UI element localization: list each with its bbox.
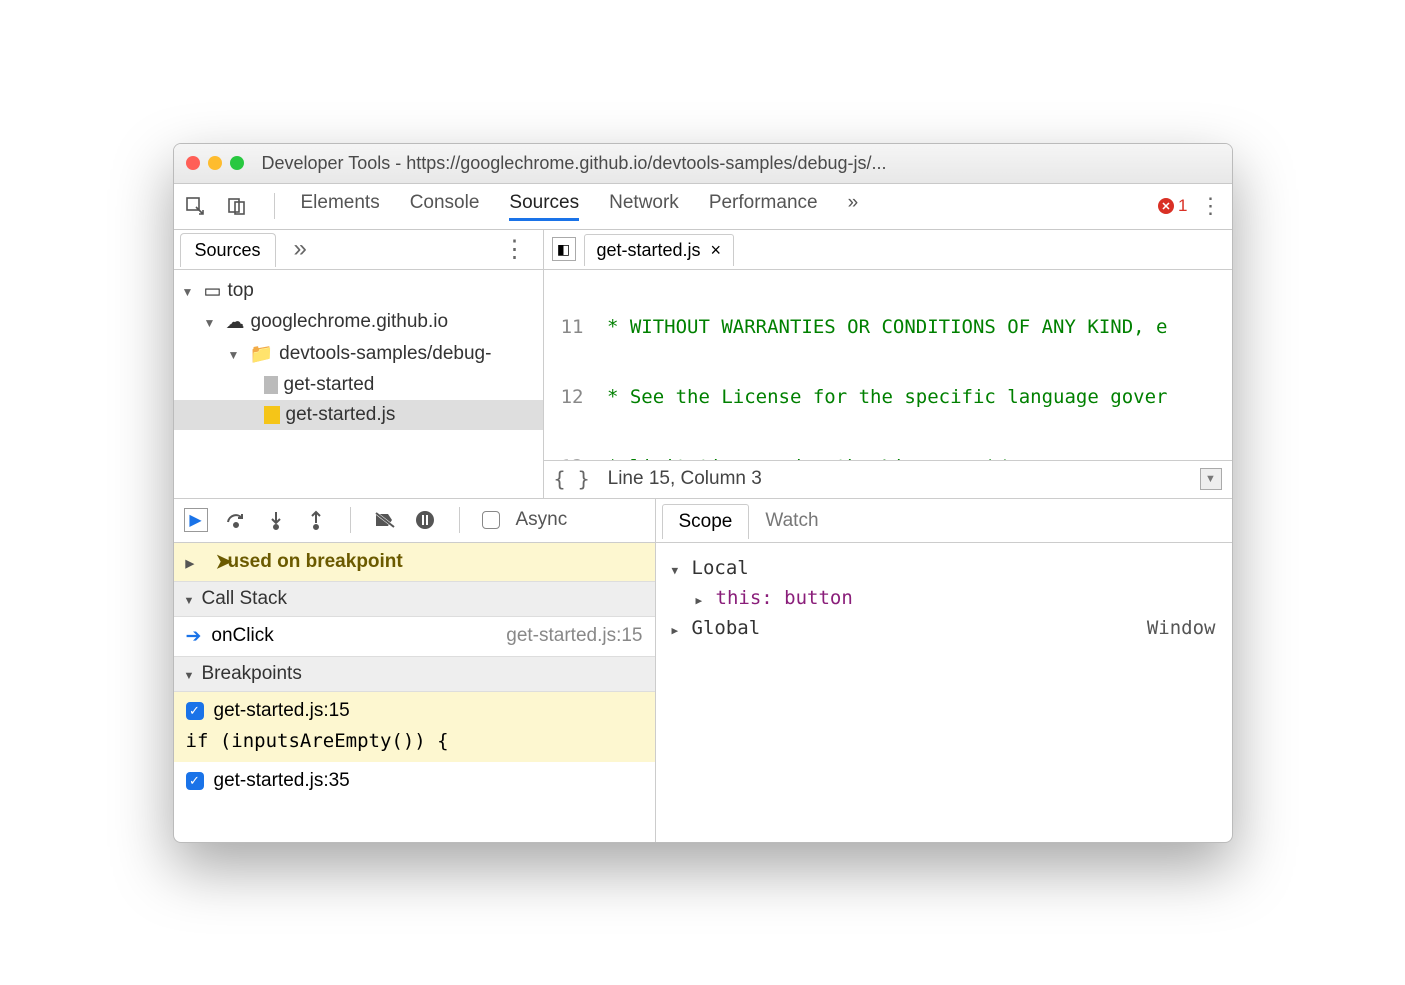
device-toggle-icon[interactable] — [226, 195, 248, 217]
devtools-window: Developer Tools - https://googlechrome.g… — [173, 143, 1233, 843]
debugger-row: ▶ Async used on breakpoint ➤ Call Stack … — [174, 498, 1232, 842]
navigator-overflow[interactable]: » — [294, 235, 307, 263]
line-gutter[interactable]: 11 12 13 14 15 16 17 — [544, 270, 590, 460]
main-toolbar: Elements Console Sources Network Perform… — [174, 184, 1232, 230]
divider — [459, 507, 460, 533]
source-text[interactable]: * WITHOUT WARRANTIES OR CONDITIONS OF AN… — [590, 270, 1232, 460]
tree-folder[interactable]: 📁devtools-samples/debug- — [174, 338, 543, 370]
menu-icon[interactable]: ⋮ — [1200, 193, 1222, 219]
tab-scope[interactable]: Scope — [662, 504, 750, 539]
inspect-icon[interactable] — [184, 195, 206, 217]
callstack-header[interactable]: Call Stack — [174, 581, 655, 617]
window-title: Developer Tools - https://googlechrome.g… — [262, 153, 887, 174]
callstack-frame[interactable]: ➔ onClick get-started.js:15 — [174, 617, 655, 656]
tab-network[interactable]: Network — [609, 192, 679, 221]
debugger-left: ▶ Async used on breakpoint ➤ Call Stack … — [174, 499, 656, 842]
toolbar-right: ✕1 ⋮ — [1158, 193, 1221, 219]
editor-tab[interactable]: get-started.js× — [584, 234, 735, 266]
tree-file-html[interactable]: get-started — [174, 370, 543, 400]
close-tab-icon[interactable]: × — [711, 240, 722, 261]
scope-global[interactable]: GlobalWindow — [672, 613, 1216, 643]
divider — [350, 507, 351, 533]
current-frame-icon: ➔ — [186, 625, 202, 648]
statusbar-dropdown-icon[interactable]: ▼ — [1200, 468, 1222, 490]
panel-tabs: Elements Console Sources Network Perform… — [301, 192, 859, 221]
async-checkbox[interactable] — [482, 511, 500, 529]
breakpoint-row[interactable]: ✓get-started.js:35 — [174, 762, 655, 800]
js-file-icon — [264, 406, 280, 424]
titlebar[interactable]: Developer Tools - https://googlechrome.g… — [174, 144, 1232, 184]
tab-watch[interactable]: Watch — [749, 504, 834, 538]
tab-console[interactable]: Console — [410, 192, 480, 221]
step-over-icon[interactable] — [224, 508, 248, 532]
paused-message[interactable]: used on breakpoint ➤ — [174, 543, 655, 581]
zoom-window-icon[interactable] — [230, 156, 244, 170]
show-navigator-icon[interactable]: ◧ — [552, 237, 576, 261]
async-label: Async — [516, 509, 568, 531]
pause-exceptions-icon[interactable] — [413, 508, 437, 532]
tab-elements[interactable]: Elements — [301, 192, 380, 221]
navigator-tab-sources[interactable]: Sources — [180, 233, 276, 267]
cursor-position: Line 15, Column 3 — [608, 468, 762, 490]
document-icon — [264, 376, 278, 394]
expand-icon[interactable] — [186, 551, 198, 573]
breakpoint-checkbox[interactable]: ✓ — [186, 702, 204, 720]
cloud-icon: ☁ — [226, 311, 245, 334]
navigator-pane: Sources » ⋮ ▭top ☁googlechrome.github.io… — [174, 230, 544, 498]
breakpoints-header[interactable]: Breakpoints — [174, 656, 655, 692]
code-editor[interactable]: 11 12 13 14 15 16 17 * WITHOUT WARRANTIE… — [544, 270, 1232, 460]
divider — [274, 193, 275, 219]
breakpoint-code: if (inputsAreEmpty()) { — [174, 730, 655, 762]
debugger-toolbar: ▶ Async — [174, 499, 655, 543]
tree-domain[interactable]: ☁googlechrome.github.io — [174, 307, 543, 338]
editor-pane: ◧ get-started.js× 11 12 13 14 15 16 17 *… — [544, 230, 1232, 498]
close-window-icon[interactable] — [186, 156, 200, 170]
scope-pane: Scope Watch Local this: button GlobalWin… — [656, 499, 1232, 842]
scope-tabs: Scope Watch — [656, 499, 1232, 543]
navigator-tabs: Sources » ⋮ — [174, 230, 543, 270]
traffic-lights — [186, 156, 244, 170]
step-out-icon[interactable] — [304, 508, 328, 532]
deactivate-breakpoints-icon[interactable] — [373, 508, 397, 532]
main-row: Sources » ⋮ ▭top ☁googlechrome.github.io… — [174, 230, 1232, 498]
tabs-overflow[interactable]: » — [848, 192, 859, 221]
editor-tabs: ◧ get-started.js× — [544, 230, 1232, 270]
scope-this[interactable]: this: button — [672, 583, 1216, 613]
resume-icon[interactable]: ▶ — [184, 508, 208, 532]
breakpoint-row[interactable]: ✓get-started.js:15 — [174, 692, 655, 730]
tree-top[interactable]: ▭top — [174, 276, 543, 307]
editor-statusbar: { } Line 15, Column 3 ▼ — [544, 460, 1232, 498]
error-count[interactable]: ✕1 — [1158, 196, 1187, 216]
scope-body[interactable]: Local this: button GlobalWindow — [656, 543, 1232, 653]
error-icon: ✕ — [1158, 198, 1174, 214]
file-tree[interactable]: ▭top ☁googlechrome.github.io 📁devtools-s… — [174, 270, 543, 498]
tab-sources[interactable]: Sources — [509, 192, 579, 221]
navigator-menu-icon[interactable]: ⋮ — [503, 235, 527, 264]
scope-local[interactable]: Local — [672, 553, 1216, 583]
breakpoint-checkbox[interactable]: ✓ — [186, 772, 204, 790]
tree-file-js[interactable]: get-started.js — [174, 400, 543, 430]
step-into-icon[interactable] — [264, 508, 288, 532]
minimize-window-icon[interactable] — [208, 156, 222, 170]
pretty-print-icon[interactable]: { } — [554, 467, 590, 491]
folder-icon: 📁 — [250, 342, 274, 366]
frame-icon: ▭ — [204, 280, 222, 303]
tab-performance[interactable]: Performance — [709, 192, 818, 221]
